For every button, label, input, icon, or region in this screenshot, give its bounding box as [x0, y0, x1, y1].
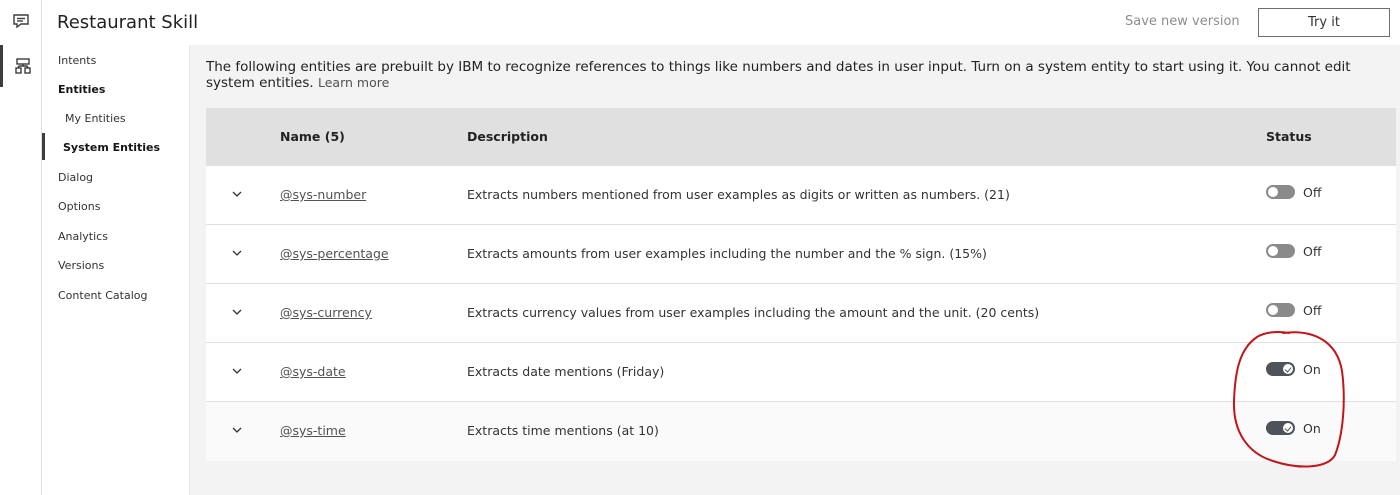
status-label: On: [1303, 421, 1321, 436]
nav-item-my-entities[interactable]: My Entities: [65, 112, 126, 125]
save-new-version-link[interactable]: Save new version: [1125, 14, 1240, 29]
table-row: @sys-number Extracts numbers mentioned f…: [206, 166, 1396, 225]
intro-text: The following entities are prebuilt by I…: [206, 59, 1366, 91]
column-header-description: Description: [467, 129, 548, 144]
entity-name-link[interactable]: @sys-date: [280, 364, 346, 379]
chevron-down-icon[interactable]: [230, 423, 244, 437]
status-toggle[interactable]: [1266, 362, 1295, 376]
column-header-name[interactable]: Name (5): [280, 129, 345, 144]
entity-name-link[interactable]: @sys-time: [280, 423, 346, 438]
nav-item-system-entities[interactable]: System Entities: [63, 141, 160, 154]
entity-name-link[interactable]: @sys-currency: [280, 305, 372, 320]
chevron-down-icon[interactable]: [230, 364, 244, 378]
status-label: On: [1303, 362, 1321, 377]
skill-side-nav: Intents Entities My Entities System Enti…: [42, 45, 190, 495]
status-toggle[interactable]: [1266, 303, 1295, 317]
entity-name-link[interactable]: @sys-percentage: [280, 246, 389, 261]
table-row: @sys-date Extracts date mentions (Friday…: [206, 343, 1396, 402]
table-row: @sys-currency Extracts currency values f…: [206, 284, 1396, 343]
nav-item-options[interactable]: Options: [58, 200, 100, 213]
entity-description: Extracts date mentions (Friday): [467, 364, 665, 379]
status-toggle[interactable]: [1266, 421, 1295, 435]
try-it-button[interactable]: Try it: [1258, 8, 1390, 37]
checkmark-icon: [1283, 423, 1293, 433]
column-header-status: Status: [1266, 129, 1312, 144]
nav-item-content-catalog[interactable]: Content Catalog: [58, 289, 148, 302]
entity-description: Extracts currency values from user examp…: [467, 305, 1040, 320]
entity-description: Extracts time mentions (at 10): [467, 423, 659, 438]
status-label: Off: [1303, 244, 1322, 259]
entity-name-link[interactable]: @sys-number: [280, 187, 366, 202]
status-toggle[interactable]: [1266, 185, 1295, 199]
active-nav-marker: [42, 133, 45, 160]
status-label: Off: [1303, 185, 1322, 200]
learn-more-link[interactable]: Learn more: [318, 75, 389, 90]
entity-description: Extracts amounts from user examples incl…: [467, 246, 987, 261]
toggle-knob: [1268, 187, 1278, 197]
page-title: Restaurant Skill: [57, 12, 199, 33]
system-entities-table: Name (5) Description Status @sys-number …: [206, 108, 1396, 461]
nav-item-dialog[interactable]: Dialog: [58, 171, 93, 184]
entity-description: Extracts numbers mentioned from user exa…: [467, 187, 1010, 202]
toggle-knob: [1268, 246, 1278, 256]
chevron-down-icon[interactable]: [230, 305, 244, 319]
table-row: @sys-time Extracts time mentions (at 10)…: [206, 402, 1396, 461]
top-header: Restaurant Skill Save new version Try it: [42, 0, 1400, 45]
toggle-knob: [1268, 305, 1278, 315]
nav-item-intents[interactable]: Intents: [58, 54, 96, 67]
skill-icon[interactable]: [0, 45, 42, 87]
status-label: Off: [1303, 303, 1322, 318]
nav-item-versions[interactable]: Versions: [58, 259, 104, 272]
status-toggle[interactable]: [1266, 244, 1295, 258]
chat-icon[interactable]: [0, 0, 42, 42]
left-rail: [0, 0, 42, 495]
chevron-down-icon[interactable]: [230, 246, 244, 260]
table-header: Name (5) Description Status: [206, 108, 1396, 166]
table-row: @sys-percentage Extracts amounts from us…: [206, 225, 1396, 284]
chevron-down-icon[interactable]: [230, 187, 244, 201]
checkmark-icon: [1283, 364, 1293, 374]
nav-item-analytics[interactable]: Analytics: [58, 230, 108, 243]
nav-item-entities[interactable]: Entities: [58, 83, 105, 96]
